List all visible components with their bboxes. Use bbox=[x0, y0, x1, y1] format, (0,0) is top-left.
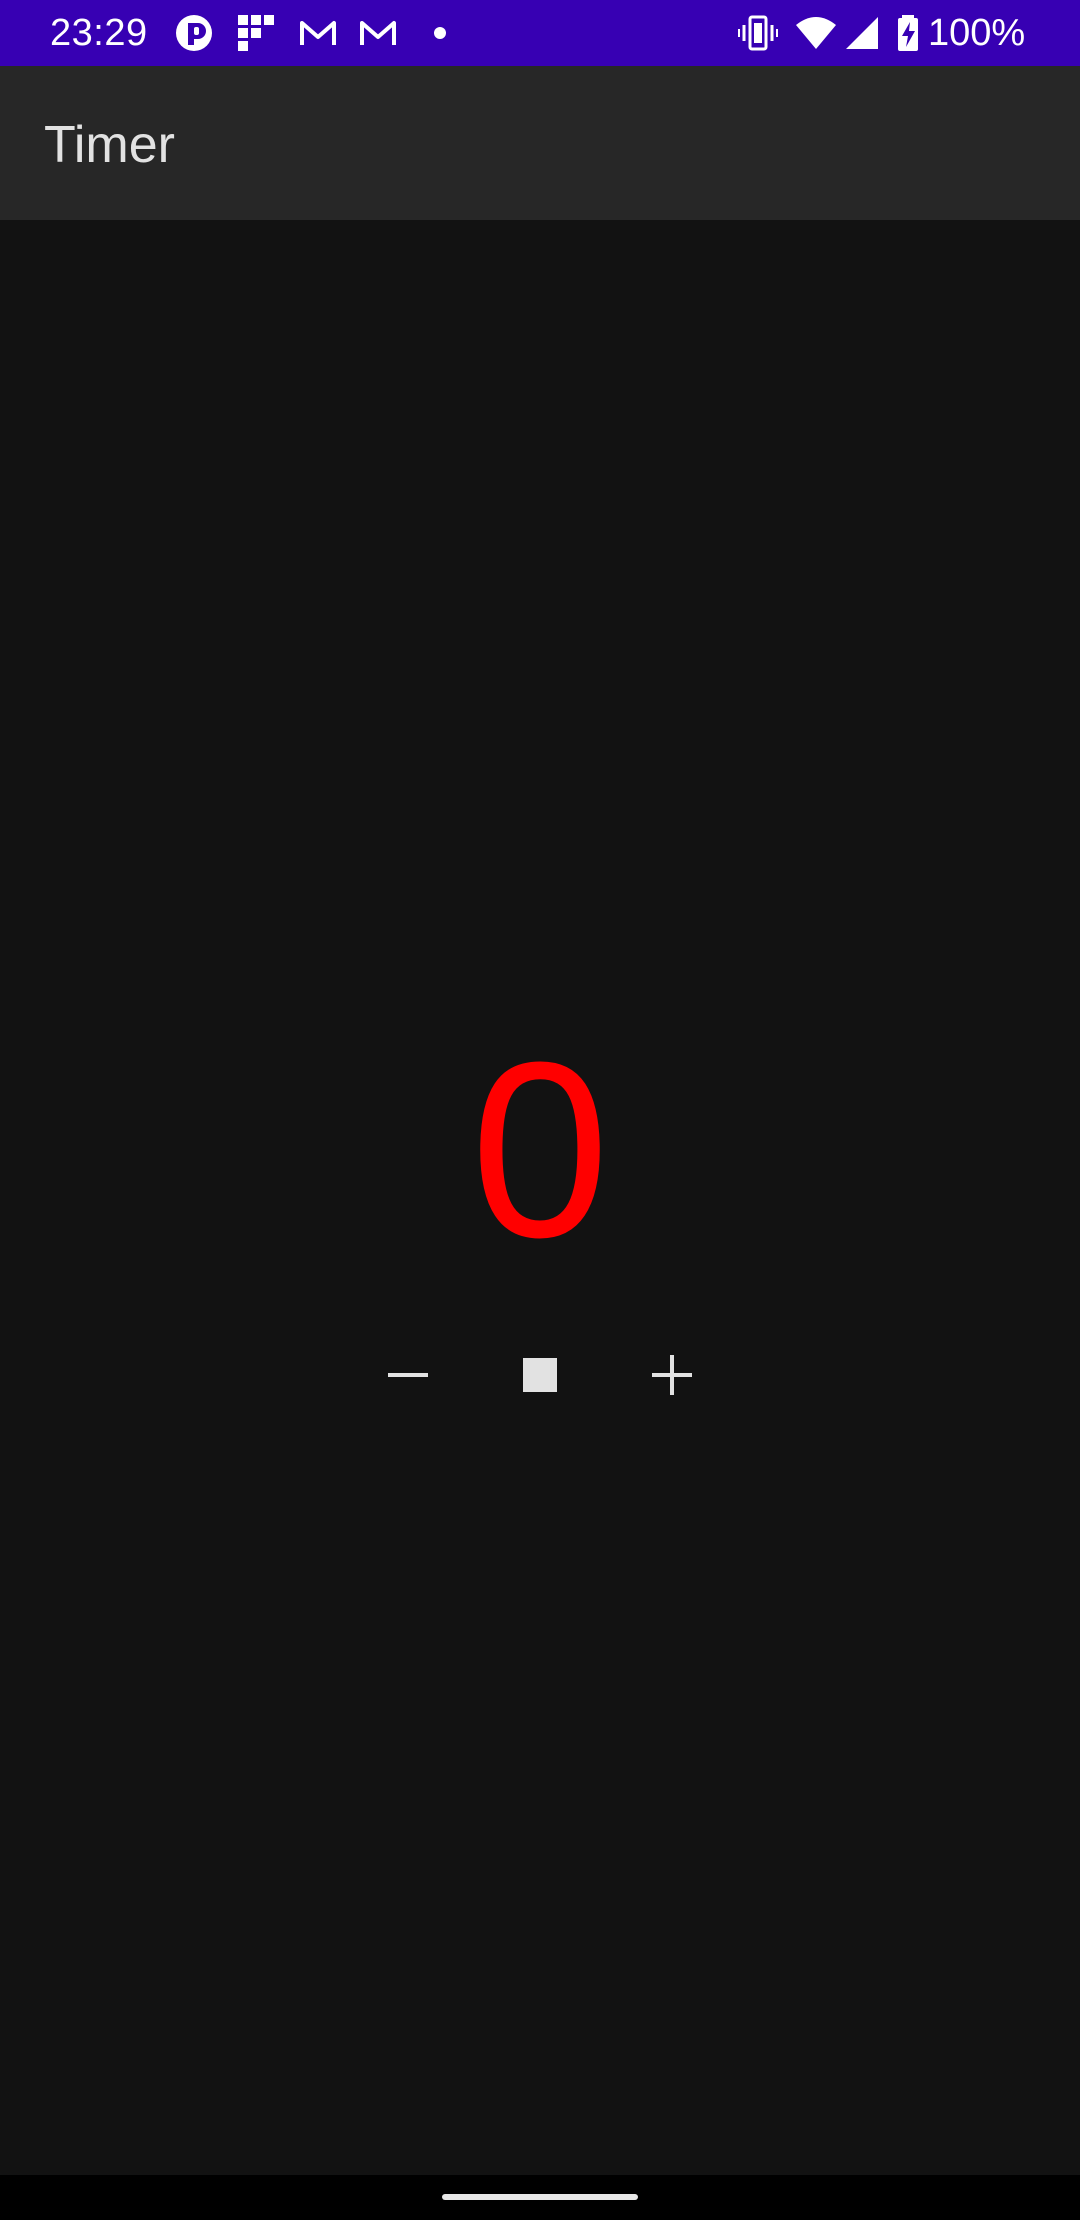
vpn-key-icon bbox=[176, 15, 212, 51]
navigation-bar bbox=[0, 2175, 1080, 2220]
status-time: 23:29 bbox=[50, 12, 148, 54]
gmail-icon bbox=[360, 21, 396, 45]
increment-button[interactable] bbox=[632, 1335, 712, 1415]
grid-app-icon bbox=[238, 15, 274, 51]
battery-charging-icon bbox=[898, 15, 918, 51]
plus-icon bbox=[652, 1355, 692, 1395]
more-dot-icon bbox=[434, 27, 446, 39]
timer-screen: 23:29 100% Timer 0 bbox=[0, 0, 1080, 2220]
vibrate-icon bbox=[738, 15, 778, 51]
minus-icon bbox=[388, 1373, 428, 1377]
battery-percentage: 100% bbox=[928, 12, 1026, 54]
app-title: Timer bbox=[44, 116, 175, 174]
timer-value: 0 bbox=[470, 1010, 610, 1289]
app-bar: Timer bbox=[0, 66, 1080, 220]
decrement-button[interactable] bbox=[368, 1335, 448, 1415]
status-bar: 23:29 100% bbox=[0, 0, 1080, 66]
cell-signal-icon bbox=[846, 17, 878, 49]
stop-icon bbox=[523, 1358, 557, 1392]
gmail-icon bbox=[300, 21, 336, 45]
gesture-handle[interactable] bbox=[442, 2194, 638, 2200]
wifi-icon bbox=[796, 17, 836, 49]
stop-button[interactable] bbox=[500, 1335, 580, 1415]
